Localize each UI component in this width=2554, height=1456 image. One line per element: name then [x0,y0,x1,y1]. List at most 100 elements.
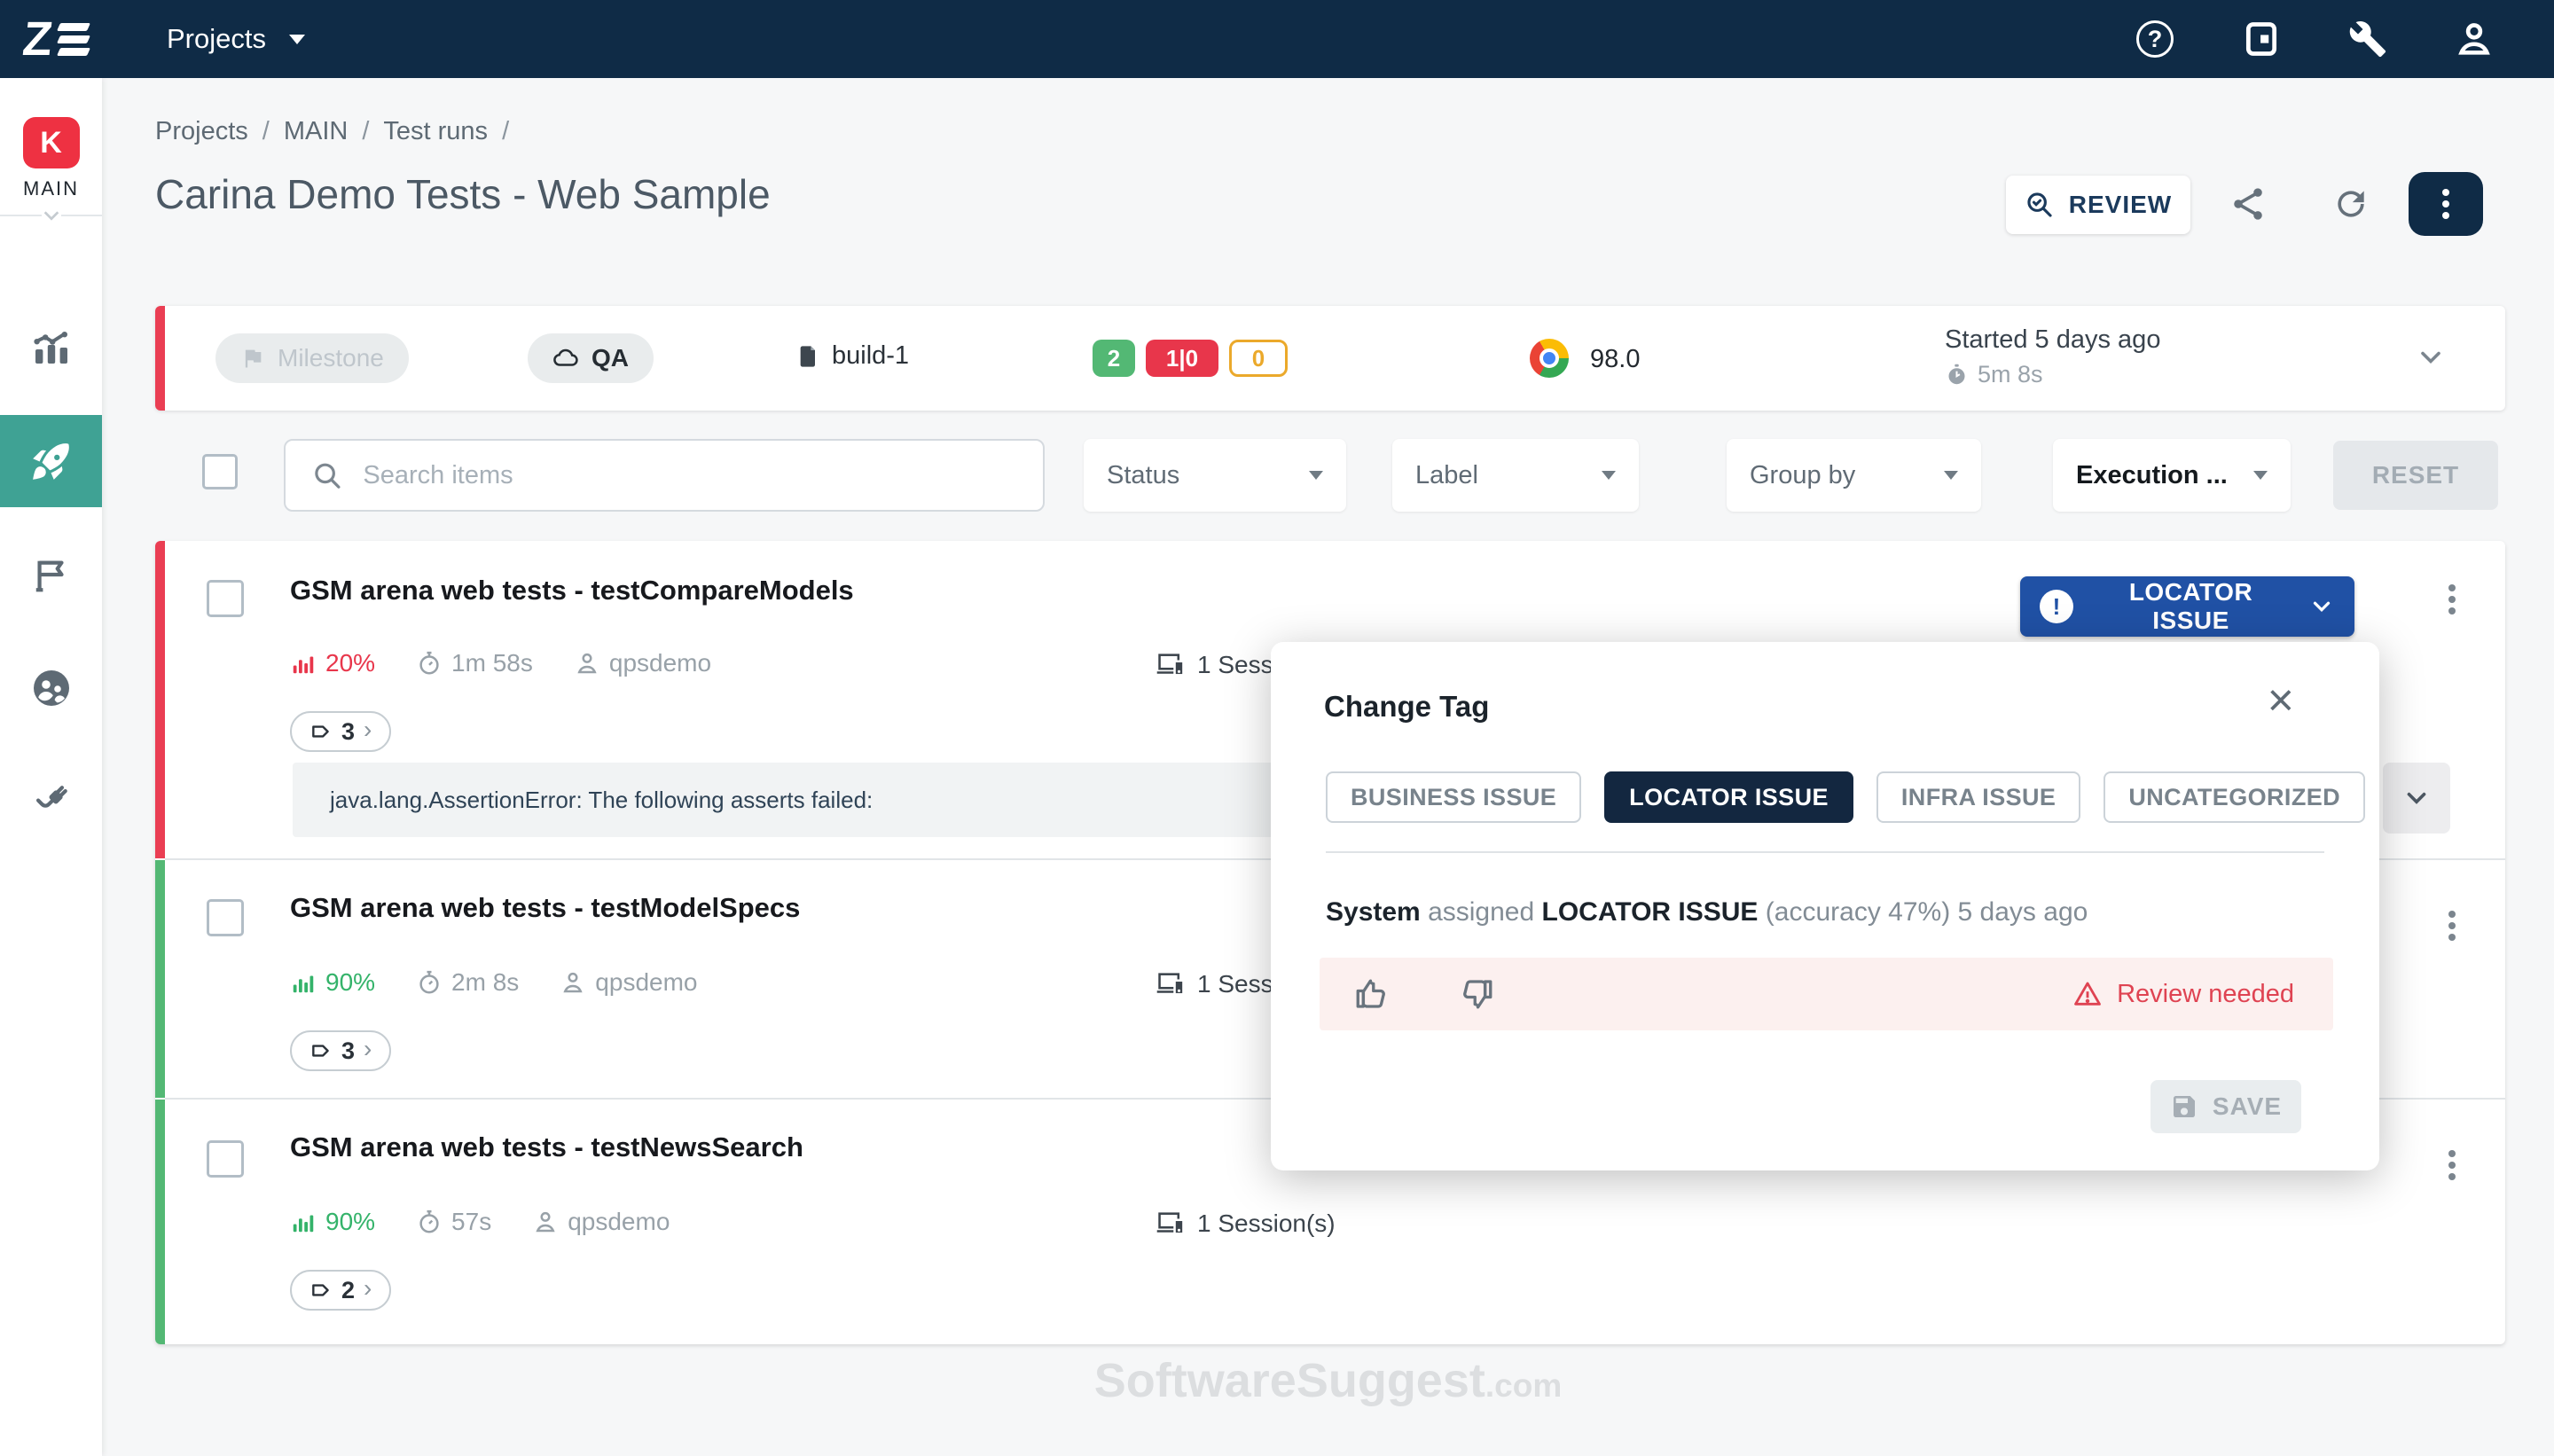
sidebar-item-integrations[interactable] [0,755,102,848]
issue-tag-button[interactable]: ! LOCATOR ISSUE [2020,576,2354,637]
review-needed-status: Review needed [2072,979,2294,1009]
build-info: build-1 [796,341,909,371]
history-action: assigned [1428,897,1534,927]
devices-icon [1156,652,1187,678]
tag-option-business-issue[interactable]: BUSINESS ISSUE [1326,771,1581,823]
history-time: 5 days ago [1958,897,2088,927]
select-all-checkbox[interactable] [202,454,238,489]
history-user: System [1326,897,1421,927]
environment-chip: QA [528,333,654,383]
chevron-down-icon [1602,471,1616,480]
close-icon[interactable]: × [2268,677,2294,724]
test-duration: 2m 8s [451,968,519,997]
chrome-browser-icon [1530,339,1569,378]
zebrunner-logo[interactable]: Z [23,15,89,63]
watermark: SoftwareSuggest.com [102,1353,2554,1408]
share-button[interactable] [2229,184,2268,223]
chevron-down-icon [2415,341,2447,373]
run-duration: 5m 8s [1945,361,2043,388]
stopwatch-icon [1945,363,1969,387]
group-by-filter[interactable]: Group by [1727,439,1981,512]
run-summary-card[interactable]: Milestone QA build-1 2 1|0 0 98.0 Starte… [155,306,2505,411]
test-title[interactable]: GSM arena web tests - testNewsSearch [290,1131,803,1163]
row-checkbox[interactable] [207,580,244,617]
execution-sort-filter[interactable]: Execution ... [2053,439,2291,512]
chevron-right-icon: › [364,716,372,744]
run-menu-button[interactable] [2409,172,2483,236]
test-meta: 90% 57s qpsdemo [290,1208,670,1236]
tag-option-locator-issue[interactable]: LOCATOR ISSUE [1604,771,1853,823]
history-tag: LOCATOR ISSUE [1542,897,1759,927]
failed-count-badge: 1|0 [1146,340,1218,377]
thumbs-down-button[interactable] [1458,975,1495,1013]
sidebar-item-dashboards[interactable] [0,301,102,394]
milestone-flag-icon [240,346,265,371]
settings-button[interactable] [2346,18,2389,60]
labels-pill[interactable]: 2 › [290,1270,391,1311]
row-menu-button[interactable] [2448,906,2456,945]
row-status-accent [155,860,165,1098]
project-name: MAIN [0,177,102,200]
browser-version: 98.0 [1590,345,1640,374]
sidebar-divider [0,215,102,216]
review-button[interactable]: REVIEW [2006,176,2190,234]
tag-options: BUSINESS ISSUE LOCATOR ISSUE INFRA ISSUE… [1326,771,2365,823]
analytics-icon [30,326,73,369]
refresh-button[interactable] [2331,184,2370,223]
test-title[interactable]: GSM arena web tests - testCompareModels [290,575,854,607]
row-checkbox[interactable] [207,899,244,936]
search-icon [312,459,341,491]
left-sidebar: K MAIN [0,78,102,1456]
account-button[interactable] [2453,18,2495,60]
change-tag-popup: Change Tag × BUSINESS ISSUE LOCATOR ISSU… [1271,642,2379,1170]
save-icon [2170,1092,2198,1121]
milestone-chip-label: Milestone [278,344,384,372]
person-icon [560,969,586,996]
labels-pill[interactable]: 3 › [290,1030,391,1071]
thumbs-up-button[interactable] [1353,975,1391,1013]
exclamation-circle-icon: ! [2040,590,2073,623]
status-filter[interactable]: Status [1084,439,1346,512]
app-panel-icon [2242,20,2281,59]
summary-expand-button[interactable] [2415,341,2447,373]
test-duration: 1m 58s [451,649,533,677]
sessions-label: 1 Session(s) [1197,1209,1336,1238]
skipped-count-badge: 0 [1229,340,1288,377]
pass-rate: 90% [325,968,375,997]
apps-button[interactable] [2240,18,2283,60]
save-button[interactable]: SAVE [2151,1080,2301,1133]
person-icon [574,650,600,677]
row-status-accent [155,1100,165,1344]
labels-count: 3 [341,718,355,746]
project-avatar[interactable]: K [23,117,80,168]
issue-tag-label: LOCATOR ISSUE [2091,578,2291,635]
test-title[interactable]: GSM arena web tests - testModelSpecs [290,892,800,924]
label-filter[interactable]: Label [1392,439,1639,512]
pass-rate: 90% [325,1208,375,1236]
assignment-history: System assigned LOCATOR ISSUE (accuracy … [1326,897,2088,928]
sessions-info[interactable]: 1 Session(s) [1156,1209,1336,1238]
search-input[interactable] [363,461,1016,490]
test-duration: 57s [451,1208,491,1236]
run-status-accent [155,306,165,411]
breadcrumb-test-runs[interactable]: Test runs [383,117,488,146]
sidebar-item-test-runs[interactable] [0,415,102,507]
breadcrumb-main[interactable]: MAIN [284,117,349,146]
error-expand-button[interactable] [2383,763,2450,834]
sidebar-item-milestones[interactable] [0,528,102,621]
tag-option-uncategorized[interactable]: UNCATEGORIZED [2104,771,2365,823]
review-needed-label: Review needed [2117,980,2294,1009]
tag-option-infra-issue[interactable]: INFRA ISSUE [1876,771,2080,823]
row-checkbox[interactable] [207,1140,244,1178]
search-check-icon [2025,190,2055,220]
row-menu-button[interactable] [2448,1146,2456,1185]
help-button[interactable]: ? [2134,18,2176,60]
label-filter-label: Label [1415,461,1478,490]
sidebar-item-team[interactable] [0,642,102,734]
labels-pill[interactable]: 3 › [290,711,391,752]
review-button-label: REVIEW [2069,191,2172,219]
reset-filters-button[interactable]: RESET [2333,441,2498,510]
projects-menu[interactable]: Projects [167,23,305,55]
breadcrumb-projects[interactable]: Projects [155,117,248,146]
row-menu-button[interactable] [2448,580,2456,619]
